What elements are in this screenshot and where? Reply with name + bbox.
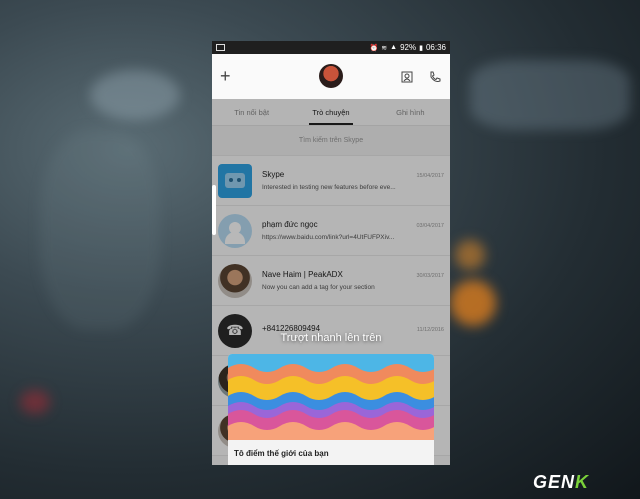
edge-panel-handle[interactable]	[212, 185, 216, 235]
contact-name: Nave Haim | PeakADX	[262, 270, 343, 279]
skype-bot-avatar	[218, 163, 252, 198]
alarm-icon: ⏰	[369, 44, 379, 52]
background-bokeh	[470, 60, 630, 130]
message-preview: Now you can add a tag for your section	[262, 284, 375, 291]
background-blur	[40, 130, 160, 330]
watermark-text: GEN	[533, 472, 576, 492]
tab-chats[interactable]: Trò chuyện	[291, 99, 370, 125]
message-date: 03/04/2017	[416, 223, 444, 229]
card-title: Tô điểm thế giới của bạn	[234, 449, 329, 458]
battery-percent: 92%	[400, 43, 417, 52]
profile-avatar[interactable]	[319, 64, 343, 88]
call-icon[interactable]	[428, 70, 442, 84]
signal-icon: ▲	[390, 44, 398, 51]
app-header: +	[212, 54, 450, 99]
search-bar[interactable]: Tìm kiếm trên Skype	[212, 126, 450, 156]
background-bokeh	[450, 280, 496, 326]
conversation-row[interactable]: ☎ +841226809494 11/12/2016	[212, 306, 450, 356]
message-preview: https://www.baidu.com/link?url=4UtFUFPXi…	[262, 234, 395, 241]
conversation-row[interactable]: phạm đức ngọc 03/04/2017 https://www.bai…	[212, 206, 450, 256]
message-date: 30/03/2017	[416, 273, 444, 279]
contact-name: Skype	[262, 170, 285, 179]
background-bokeh	[20, 390, 50, 414]
battery-icon: ▮	[419, 44, 423, 52]
background-bokeh	[455, 240, 485, 270]
default-avatar	[218, 213, 252, 248]
avatar	[218, 263, 252, 298]
message-preview: Interested in testing new features befor…	[262, 184, 396, 191]
watermark-accent: K	[575, 472, 590, 492]
clock: 06:36	[425, 43, 446, 52]
background-bokeh	[90, 70, 180, 120]
image-icon	[216, 44, 225, 51]
swipe-up-hint: Trượt nhanh lên trên	[280, 332, 382, 344]
conversation-row[interactable]: Skype 15/04/2017 Interested in testing n…	[212, 156, 450, 206]
wave-illustration	[228, 354, 434, 440]
message-date: 15/04/2017	[416, 173, 444, 179]
contact-name: phạm đức ngọc	[262, 220, 318, 229]
tab-bar: Tin nổi bật Trò chuyện Ghi hình	[212, 99, 450, 126]
tab-highlights[interactable]: Tin nổi bật	[212, 99, 291, 125]
watermark-logo: GENK	[533, 472, 589, 493]
contacts-icon[interactable]	[400, 70, 414, 84]
wifi-icon: ≋	[381, 44, 388, 52]
onboarding-card[interactable]: Tô điểm thế giới của bạn	[228, 354, 434, 465]
conversation-row[interactable]: Nave Haim | PeakADX 30/03/2017 Now you c…	[212, 256, 450, 306]
tab-captures[interactable]: Ghi hình	[371, 99, 450, 125]
plus-icon[interactable]: +	[220, 66, 240, 87]
status-bar: ⏰ ≋ ▲ 92% ▮ 06:36	[212, 41, 450, 54]
